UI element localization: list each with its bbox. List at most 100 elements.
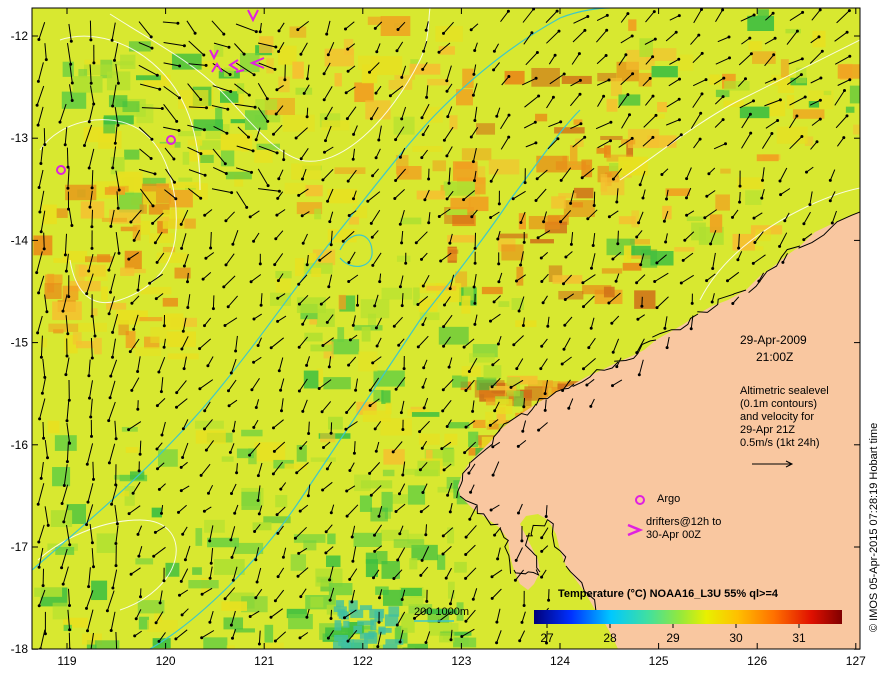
sst-patch [338, 294, 346, 310]
velocity-vector-head [85, 606, 88, 610]
sst-patch [213, 559, 245, 575]
sst-patch [167, 353, 199, 360]
velocity-vector-head [497, 202, 501, 206]
sst-patch [226, 645, 235, 649]
velocity-vector-head [562, 72, 566, 76]
sst-patch [418, 433, 440, 445]
velocity-vector-head [60, 502, 64, 505]
sst-patch [530, 239, 554, 244]
velocity-vector-head [770, 132, 774, 135]
velocity-vector-head [153, 530, 157, 534]
sst-patch [77, 322, 108, 332]
velocity-vector-head [802, 222, 806, 226]
sst-patch [83, 64, 116, 75]
velocity-vector-head [90, 246, 94, 250]
sst-patch [139, 204, 147, 214]
sst-patch [400, 217, 422, 225]
velocity-vector-head [251, 149, 255, 153]
velocity-vector-head [374, 156, 378, 160]
velocity-vector-head [530, 31, 534, 35]
velocity-vector-head [512, 343, 516, 347]
lat-tick-label: -16 [11, 438, 29, 452]
argo-legend-label: Argo [657, 493, 681, 505]
sst-patch [451, 623, 459, 632]
velocity-vector-head [392, 324, 396, 328]
velocity-description-line: 0.5m/s (1kt 24h) [740, 437, 820, 449]
sst-patch [178, 177, 193, 182]
velocity-vector-head [721, 95, 725, 99]
velocity-vector-head [207, 491, 210, 495]
velocity-vector-head [200, 592, 204, 596]
sst-patch [756, 154, 779, 162]
sst-patch [631, 245, 651, 256]
velocity-vector-head [86, 500, 90, 504]
velocity-vector-head [85, 462, 89, 466]
velocity-vector-head [297, 193, 301, 197]
velocity-vector-head [420, 558, 424, 562]
velocity-vector-head [607, 215, 611, 219]
lat-tick-label: -13 [11, 131, 29, 145]
velocity-vector-head [178, 64, 182, 68]
velocity-vector-head [564, 255, 568, 259]
velocity-vector-head [586, 15, 590, 18]
sst-patch [391, 494, 408, 504]
velocity-vector-head [128, 350, 132, 354]
velocity-vector-head [641, 196, 645, 200]
velocity-vector [91, 209, 93, 227]
velocity-vector-head [93, 334, 97, 338]
velocity-vector-head [446, 493, 450, 497]
velocity-vector-head [297, 345, 301, 349]
velocity-vector-head [182, 367, 186, 371]
velocity-vector-head [235, 471, 239, 475]
sst-patch [432, 160, 447, 172]
sst-patch [359, 495, 372, 512]
velocity-vector-head [611, 384, 614, 388]
velocity-vector-head [463, 451, 467, 455]
sst-patch [101, 217, 127, 222]
velocity-vector-head [252, 360, 256, 364]
velocity-vector-head [87, 166, 91, 170]
velocity-vector-head [577, 52, 581, 56]
velocity-vector-head [375, 50, 379, 54]
velocity-vector-head [205, 106, 208, 110]
velocity-vector-head [848, 54, 852, 58]
velocity-vector-head [297, 551, 301, 555]
velocity-vector-head [368, 70, 371, 74]
velocity-vector-head [630, 136, 634, 140]
velocity-vector-head [522, 240, 526, 244]
velocity-vector-head [253, 105, 257, 109]
velocity-vector-head [394, 179, 398, 182]
velocity-vector-head [402, 367, 406, 371]
velocity-vector-head [252, 239, 256, 243]
velocity-vector-head [282, 158, 286, 162]
velocity-vector-head [469, 490, 473, 494]
velocity-vector-head [60, 566, 64, 570]
velocity-vector-head [42, 247, 46, 251]
sst-patch [33, 235, 53, 256]
velocity-vector-head [242, 52, 246, 56]
velocity-vector-head [279, 388, 283, 392]
velocity-vector-head [507, 75, 511, 78]
velocity-vector-head [321, 488, 325, 492]
velocity-vector-head [368, 404, 372, 408]
velocity-vector-head [249, 280, 253, 284]
velocity-vector-head [179, 465, 183, 469]
velocity-vector-head [628, 113, 631, 117]
velocity-vector-head [422, 406, 426, 410]
velocity-vector-head [345, 117, 349, 121]
velocity-vector-head [400, 304, 404, 308]
velocity-vector-head [322, 446, 325, 449]
velocity-vector-head [418, 430, 422, 434]
lon-tick-label: 122 [353, 654, 373, 668]
sst-patch [158, 449, 178, 467]
velocity-vector-head [614, 279, 618, 283]
velocity-vector-head [89, 38, 93, 42]
velocity-vector-head [421, 385, 425, 389]
velocity-vector-head [445, 79, 449, 83]
sst-patch [34, 587, 63, 597]
velocity-vector-head [277, 369, 281, 373]
velocity-vector-head [448, 287, 452, 291]
velocity-vector-head [89, 652, 92, 655]
velocity-vector-head [326, 53, 330, 57]
velocity-description-line: 29-Apr 21Z [740, 424, 796, 436]
